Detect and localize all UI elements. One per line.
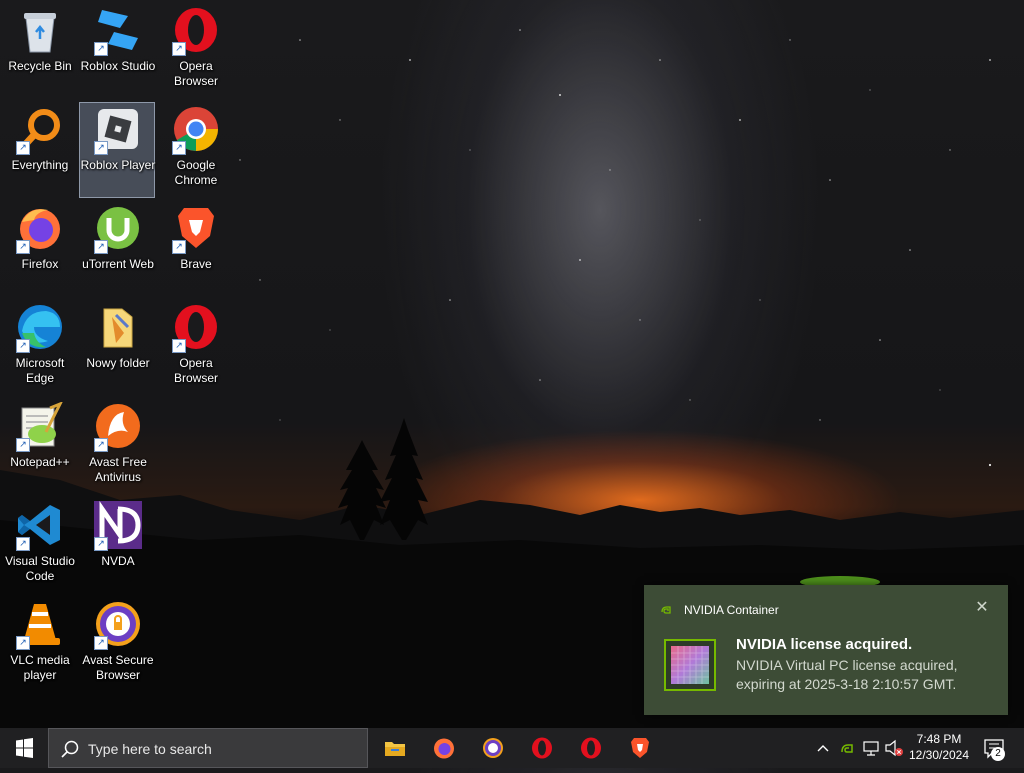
icon-label: Brave [180,257,212,271]
desktop-icon-nowy-folder[interactable]: Nowy folder [79,300,155,396]
notification-close-button[interactable]: ✕ [972,598,992,618]
shortcut-arrow-icon: ↗ [16,339,30,353]
shortcut-arrow-icon: ↗ [94,141,108,155]
taskbar-app-opera-2[interactable] [567,728,615,768]
desktop-icon-roblox-studio[interactable]: ↗ Roblox Studio [79,3,155,99]
taskbar-app-opera[interactable] [518,728,566,768]
desktop-icon-firefox[interactable]: ↗ Firefox [1,201,77,297]
icon-label: Notepad++ [10,455,70,469]
icon-label: Avast Secure Browser [82,653,154,682]
shortcut-arrow-icon: ↗ [172,141,186,155]
nvidia-logo-icon [660,604,672,616]
brave-icon [631,738,649,758]
desktop-icon-google-chrome[interactable]: ↗ Google Chrome [157,102,233,198]
start-button[interactable] [0,728,48,768]
icon-label: Visual Studio Code [5,554,75,583]
desktop-icon-nvda[interactable]: ↗ NVDA [79,498,155,594]
icon-label: Recycle Bin [8,59,72,73]
desktop-icon-everything[interactable]: ↗ Everything [1,102,77,198]
desktop-icon-brave[interactable]: ↗ Brave [157,201,233,297]
notification-app-name: NVIDIA Container [684,603,779,617]
desktop-icon-roblox-player[interactable]: ↗ Roblox Player [79,102,155,198]
opera-icon [581,737,601,759]
icon-label: Microsoft Edge [15,356,65,385]
icon-label: Firefox [21,257,59,271]
icon-label: Google Chrome [174,158,218,187]
desktop-icon-vlc-media-player[interactable]: ↗ VLC media player [1,597,77,693]
shortcut-arrow-icon: ↗ [172,240,186,254]
shortcut-arrow-icon: ↗ [16,141,30,155]
shortcut-arrow-icon: ↗ [16,636,30,650]
taskbar-app-firefox[interactable] [420,728,468,768]
firefox-icon [434,738,454,759]
desktop-icon-utorrent-web[interactable]: ↗ uTorrent Web [79,201,155,297]
taskbar-search-box[interactable]: Type here to search [48,728,368,768]
notification-count-badge: 2 [991,747,1005,761]
shortcut-arrow-icon: ↗ [16,537,30,551]
tray-volume[interactable] [883,728,905,768]
shortcut-arrow-icon: ↗ [94,438,108,452]
gpu-chip-icon [664,639,716,691]
clock-date: 12/30/2024 [908,748,970,762]
icon-label: NVDA [101,554,135,568]
icon-label: Roblox Studio [80,59,156,73]
clock-time: 7:48 PM [916,732,962,746]
icon-label: uTorrent Web [82,257,154,271]
desktop-icon-recycle-bin[interactable]: Recycle Bin [1,3,77,99]
taskbar-app-file-explorer[interactable] [371,728,419,768]
tray-nvidia[interactable] [836,728,858,768]
recycle-bin-icon [24,13,56,53]
desktop-icon-microsoft-edge[interactable]: ↗ Microsoft Edge [1,300,77,396]
notification-toast[interactable]: NVIDIA Container ✕ NVIDIA license acquir… [644,585,1008,715]
search-icon [61,740,79,758]
search-placeholder: Type here to search [88,741,212,757]
desktop-icon-avast-secure-browser[interactable]: ↗ Avast Secure Browser [79,597,155,693]
taskbar-clock[interactable]: 7:48 PM 12/30/2024 [903,731,975,763]
icon-label: Everything [11,158,69,172]
icon-label: Opera Browser [173,59,218,88]
shortcut-arrow-icon: ↗ [94,636,108,650]
tray-network[interactable] [860,728,882,768]
icon-label: Opera Browser [173,356,218,385]
chevron-up-icon [817,745,829,752]
taskbar: Type here to search 7:48 PM 12/30/2024 2 [0,728,1024,768]
desktop-icon-visual-studio-code[interactable]: ↗ Visual Studio Code [1,498,77,594]
avast-secure-browser-icon [483,738,503,758]
taskbar-app-avast-secure-browser[interactable] [469,728,517,768]
taskbar-app-brave[interactable] [616,728,664,768]
shortcut-arrow-icon: ↗ [172,339,186,353]
shortcut-arrow-icon: ↗ [94,240,108,254]
shortcut-arrow-icon: ↗ [16,240,30,254]
nvidia-logo-icon [841,744,853,753]
opera-icon [532,737,552,759]
notification-title: NVIDIA license acquired. [736,636,913,653]
icon-label: Nowy folder [86,356,150,370]
icon-label: Roblox Player [80,158,156,172]
shortcut-arrow-icon: ↗ [94,42,108,56]
shortcut-arrow-icon: ↗ [172,42,186,56]
volume-muted-icon [885,739,903,757]
icon-label: VLC media player [10,653,70,682]
desktop-icon-notepad-plus-plus[interactable]: ↗ Notepad++ [1,399,77,495]
desktop-icon-opera-browser[interactable]: ↗ Opera Browser [157,3,233,99]
windows-logo-icon [16,738,33,758]
network-icon [863,741,879,756]
folder-icon [103,308,133,348]
desktop-icon-opera-browser-2[interactable]: ↗ Opera Browser [157,300,233,396]
file-explorer-icon [385,742,405,756]
icon-label: Avast Free Antivirus [89,455,147,484]
shortcut-arrow-icon: ↗ [94,537,108,551]
desktop-icon-avast-free-antivirus[interactable]: ↗ Avast Free Antivirus [79,399,155,495]
show-hidden-icons-button[interactable] [812,728,834,768]
shortcut-arrow-icon: ↗ [16,438,30,452]
notification-body: NVIDIA Virtual PC license acquired, expi… [736,657,958,692]
